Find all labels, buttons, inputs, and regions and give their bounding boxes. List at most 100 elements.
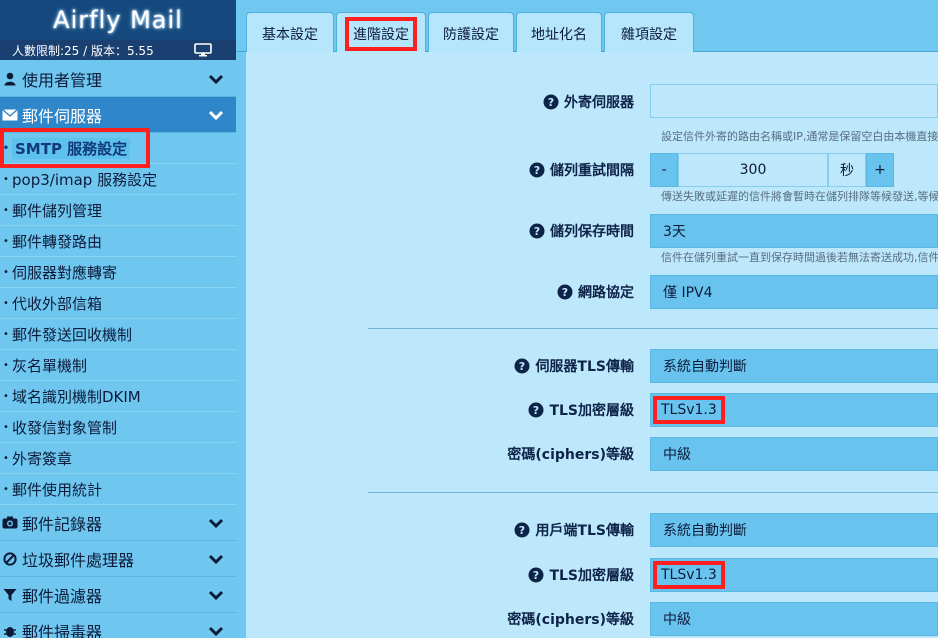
sidebar-item-label: 郵件發送回收機制	[12, 325, 133, 344]
server-tls-level-select[interactable]: TLSv1.3	[650, 393, 938, 427]
tab-label: 地址化名	[531, 26, 587, 43]
queue-retention-label: ? 儲列保存時間	[496, 215, 634, 247]
chevron-down-icon	[208, 626, 224, 636]
client-tls-select[interactable]: 系統自動判斷	[650, 513, 938, 547]
sidebar-item-forward-routing[interactable]: • 郵件轉發路由	[0, 226, 236, 257]
server-tls-select[interactable]: 系統自動判斷	[650, 349, 938, 383]
sidebar-item-label: 外寄簽章	[12, 449, 73, 468]
sidebar-item-smtp-settings[interactable]: • SMTP 服務設定	[0, 133, 236, 164]
retry-interval-input[interactable]: 300	[678, 153, 828, 187]
bullet-icon: •	[3, 483, 9, 495]
chevron-down-icon	[208, 518, 224, 528]
sidebar-item-label: 域名識別機制DKIM	[12, 387, 141, 406]
svg-text:?: ?	[519, 360, 525, 373]
increment-button[interactable]: +	[866, 153, 894, 187]
app-logo: Airfly Mail	[0, 0, 236, 40]
sidebar-item-label: pop3/imap 服務設定	[12, 170, 158, 189]
client-tls-label: ? 用戶端TLS傳輸	[466, 514, 634, 546]
unit-label: 秒	[828, 153, 866, 187]
sidebar-item-label: 收發信對象管制	[12, 418, 118, 437]
retry-interval-label: ? 儲列重試間隔	[496, 154, 634, 186]
bullet-icon: •	[3, 204, 9, 216]
svg-text:?: ?	[548, 96, 554, 109]
question-circle-icon[interactable]: ?	[529, 162, 545, 178]
server-ciphers-select[interactable]: 中級	[650, 437, 938, 471]
sidebar-item-server-forwarding[interactable]: • 伺服器對應轉寄	[0, 257, 236, 288]
status-bar: 人數限制:25 / 版本：5.55	[0, 40, 236, 60]
question-circle-icon[interactable]: ?	[557, 284, 573, 300]
sidebar-item-label: 郵件儲列管理	[12, 201, 103, 220]
queue-retention-select[interactable]: 3天	[650, 214, 938, 248]
bullet-icon: •	[2, 142, 10, 154]
tab-misc[interactable]: 雜項設定	[604, 12, 694, 54]
chevron-down-icon	[208, 110, 224, 120]
question-circle-icon[interactable]: ?	[514, 358, 530, 374]
ban-icon	[2, 551, 18, 567]
svg-text:?: ?	[533, 404, 539, 417]
sidebar-item-greylist[interactable]: • 灰名單機制	[0, 350, 236, 381]
menu-group-label: 垃圾郵件處理器	[22, 550, 135, 570]
network-protocol-select[interactable]: 僅 IPV4	[650, 275, 938, 309]
monitor-icon[interactable]	[194, 43, 212, 57]
main-content: 基本設定 進階設定 防護設定 地址化名 雜項設定 ? 外寄伺服器 設定信件外寄的…	[236, 0, 938, 638]
menu-group-mail-server[interactable]: 郵件伺服器	[0, 97, 236, 133]
bullet-icon: •	[3, 328, 9, 340]
bug-icon	[2, 623, 18, 638]
bullet-icon: •	[3, 173, 9, 185]
menu-group-label: 郵件伺服器	[22, 106, 103, 126]
sidebar-item-pop3-imap[interactable]: • pop3/imap 服務設定	[0, 164, 236, 195]
decrement-button[interactable]: -	[650, 153, 678, 187]
menu-group-user-management[interactable]: 使用者管理	[0, 61, 236, 97]
chevron-down-icon	[208, 590, 224, 600]
chevron-down-icon	[208, 554, 224, 564]
sidebar-item-queue-management[interactable]: • 郵件儲列管理	[0, 195, 236, 226]
user-icon	[2, 71, 18, 87]
question-circle-icon[interactable]: ?	[528, 567, 544, 583]
client-ciphers-select[interactable]: 中級	[650, 602, 938, 636]
tab-label: 基本設定	[262, 26, 318, 43]
bullet-icon: •	[3, 390, 9, 402]
sidebar-item-usage-stats[interactable]: • 郵件使用統計	[0, 474, 236, 505]
outbound-server-input[interactable]	[650, 84, 938, 118]
server-ciphers-label: 密碼(ciphers)等級	[507, 447, 634, 463]
sidebar-item-label: 代收外部信箱	[12, 294, 103, 313]
server-tls-label: ? 伺服器TLS傳輸	[466, 350, 634, 382]
sidebar-item-label: SMTP 服務設定	[12, 137, 131, 159]
svg-text:?: ?	[534, 225, 540, 238]
tab-label: 進階設定	[345, 16, 417, 51]
tab-advanced[interactable]: 進階設定	[336, 12, 426, 54]
bullet-icon: •	[3, 421, 9, 433]
sidebar-item-label: 郵件轉發路由	[12, 232, 103, 251]
bullet-icon: •	[3, 452, 9, 464]
sidebar-item-recipient-control[interactable]: • 收發信對象管制	[0, 412, 236, 443]
sidebar: Airfly Mail 人數限制:25 / 版本：5.55 使用者管理 郵件伺服…	[0, 0, 236, 638]
question-circle-icon[interactable]: ?	[528, 402, 544, 418]
sidebar-item-label: 伺服器對應轉寄	[12, 263, 118, 282]
sidebar-item-outbound-signature[interactable]: • 外寄簽章	[0, 443, 236, 474]
sidebar-item-external-mailbox[interactable]: • 代收外部信箱	[0, 288, 236, 319]
network-protocol-label: ? 網路協定	[496, 276, 634, 308]
camera-icon	[2, 515, 18, 531]
sidebar-item-dkim[interactable]: • 域名識別機制DKIM	[0, 381, 236, 412]
retry-interval-hint: 傳送失敗或延遲的信件將會暫時在儲列排隊等候發送,等候	[661, 190, 938, 203]
bullet-icon: •	[3, 235, 9, 247]
question-circle-icon[interactable]: ?	[543, 94, 559, 110]
client-tls-level-label: ? TLS加密層級	[466, 559, 634, 591]
section-divider	[368, 492, 938, 493]
menu-group-spam-handler[interactable]: 垃圾郵件處理器	[0, 541, 236, 577]
tab-bar: 基本設定 進階設定 防護設定 地址化名 雜項設定	[236, 0, 938, 54]
tab-protection[interactable]: 防護設定	[428, 12, 514, 54]
queue-retention-hint: 信件在儲列重試一直到保存時間過後若無法寄送成功,信件	[661, 251, 938, 264]
sidebar-item-label: 灰名單機制	[12, 356, 88, 375]
sidebar-item-recall-mechanism[interactable]: • 郵件發送回收機制	[0, 319, 236, 350]
bullet-icon: •	[3, 266, 9, 278]
menu-group-virus-scanner[interactable]: 郵件掃毒器	[0, 613, 236, 638]
tab-basic[interactable]: 基本設定	[246, 12, 334, 54]
question-circle-icon[interactable]: ?	[529, 223, 545, 239]
menu-group-mail-filter[interactable]: 郵件過濾器	[0, 577, 236, 613]
question-circle-icon[interactable]: ?	[514, 522, 530, 538]
client-tls-level-select[interactable]: TLSv1.3	[650, 558, 938, 592]
envelope-icon	[2, 107, 18, 123]
menu-group-mail-logger[interactable]: 郵件記錄器	[0, 505, 236, 541]
tab-address-alias[interactable]: 地址化名	[516, 12, 602, 54]
